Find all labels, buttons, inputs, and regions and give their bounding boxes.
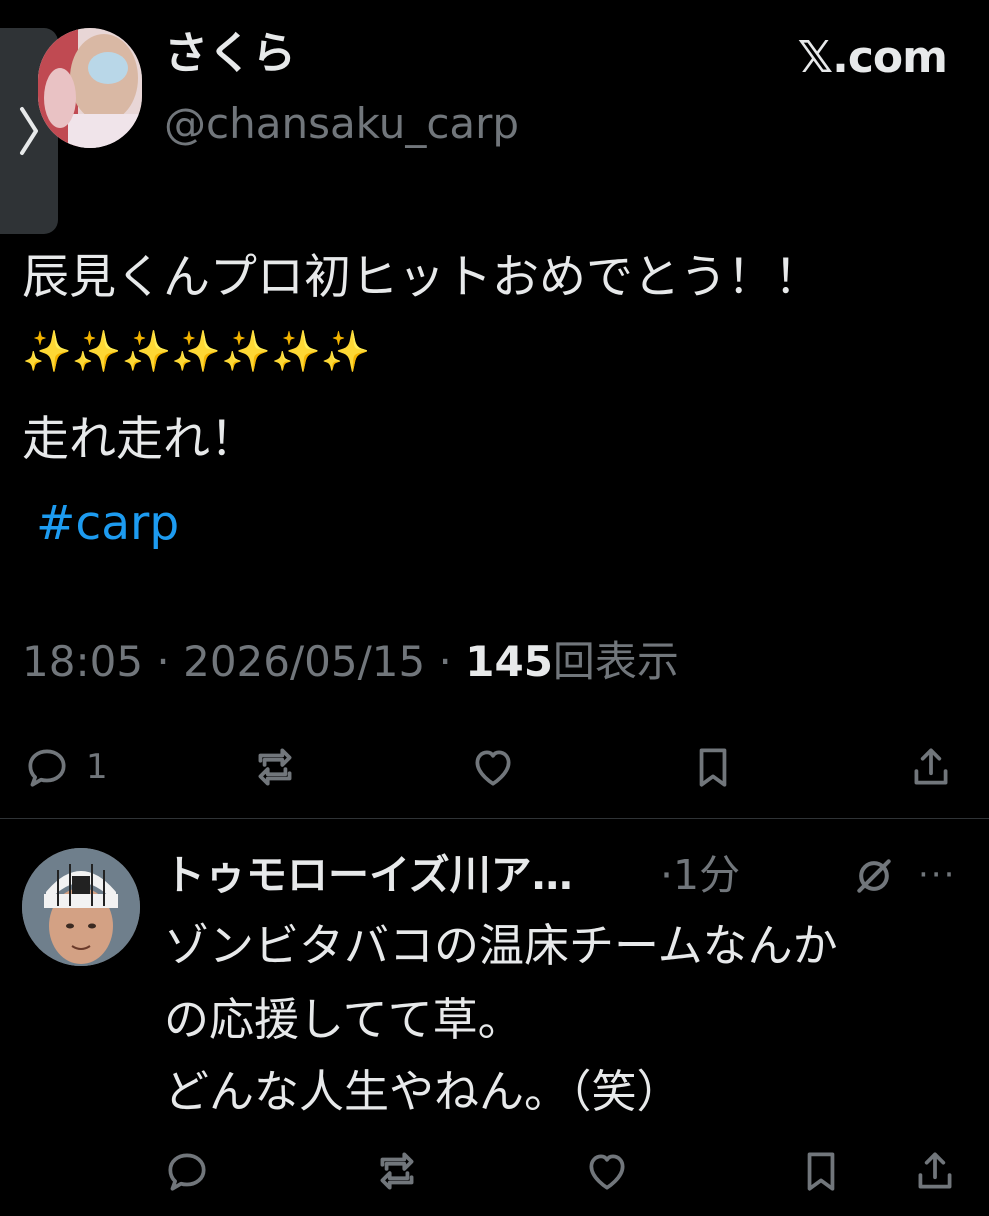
share-icon: [914, 748, 948, 785]
heart-icon: [589, 1154, 625, 1190]
tweet-date: 2026/05/15: [183, 637, 426, 686]
tweet-text-line-3: 走れ走れ！: [22, 412, 257, 467]
tweet-actions: 1: [0, 728, 989, 808]
reply-text-line-3: どんな人生やねん。（笑）: [164, 1065, 682, 1118]
more-options-icon[interactable]: ···: [918, 846, 956, 904]
reply-reply-button[interactable]: [162, 1146, 212, 1196]
meta-separator: ·: [143, 637, 184, 686]
retweet-icon: [380, 1152, 414, 1190]
bookmark-button[interactable]: [688, 742, 738, 792]
reply-actions: [0, 1136, 989, 1216]
hashtag-link[interactable]: #carp: [36, 494, 179, 554]
meta-separator-2: ·: [425, 637, 466, 686]
tweet-text-line-1: 辰見くんプロ初ヒットおめでとう！！: [22, 250, 821, 305]
bookmark-icon: [699, 748, 727, 787]
tweet-time: 18:05: [22, 637, 144, 686]
reply-like-button[interactable]: [582, 1146, 632, 1196]
tweet-meta: 18:05 · 2026/05/15 · 145回表示: [22, 634, 679, 690]
views-label: 回表示: [552, 637, 679, 686]
bookmark-icon: [807, 1152, 835, 1191]
source-label: 𝕏.com: [797, 32, 948, 83]
reply-time: ·1分: [660, 851, 741, 899]
retweet-button[interactable]: [250, 742, 300, 792]
chevron-right-icon: [20, 107, 38, 155]
reply-author-avatar[interactable]: [22, 848, 140, 966]
reply-author-name[interactable]: トゥモローイズ川ア…: [164, 846, 573, 904]
author-handle[interactable]: @chansaku_carp: [164, 96, 519, 152]
share-button[interactable]: [906, 742, 956, 792]
reply-count: 1: [86, 747, 108, 787]
reply-icon: [28, 749, 66, 787]
reply-bookmark-button[interactable]: [796, 1146, 846, 1196]
heart-icon: [475, 750, 511, 786]
reply-text-line-1: ゾンビタバコの温床チームなんか: [164, 919, 838, 972]
reply-retweet-button[interactable]: [372, 1146, 422, 1196]
reply-text-line-2: の応援してて草。: [164, 993, 523, 1046]
author-display-name[interactable]: さくら: [164, 24, 296, 84]
reply-icon: [168, 1153, 206, 1191]
sparkles-emoji-row: ✨✨✨✨✨✨✨: [22, 329, 371, 375]
grok-slash-icon[interactable]: [852, 854, 896, 898]
like-button[interactable]: [468, 742, 518, 792]
reply-divider: [0, 818, 989, 819]
retweet-icon: [258, 748, 292, 786]
author-avatar[interactable]: [38, 28, 142, 148]
share-icon: [918, 1152, 952, 1189]
reply-button[interactable]: 1: [22, 742, 108, 792]
reply-share-button[interactable]: [910, 1146, 960, 1196]
views-count: 145: [465, 637, 553, 686]
